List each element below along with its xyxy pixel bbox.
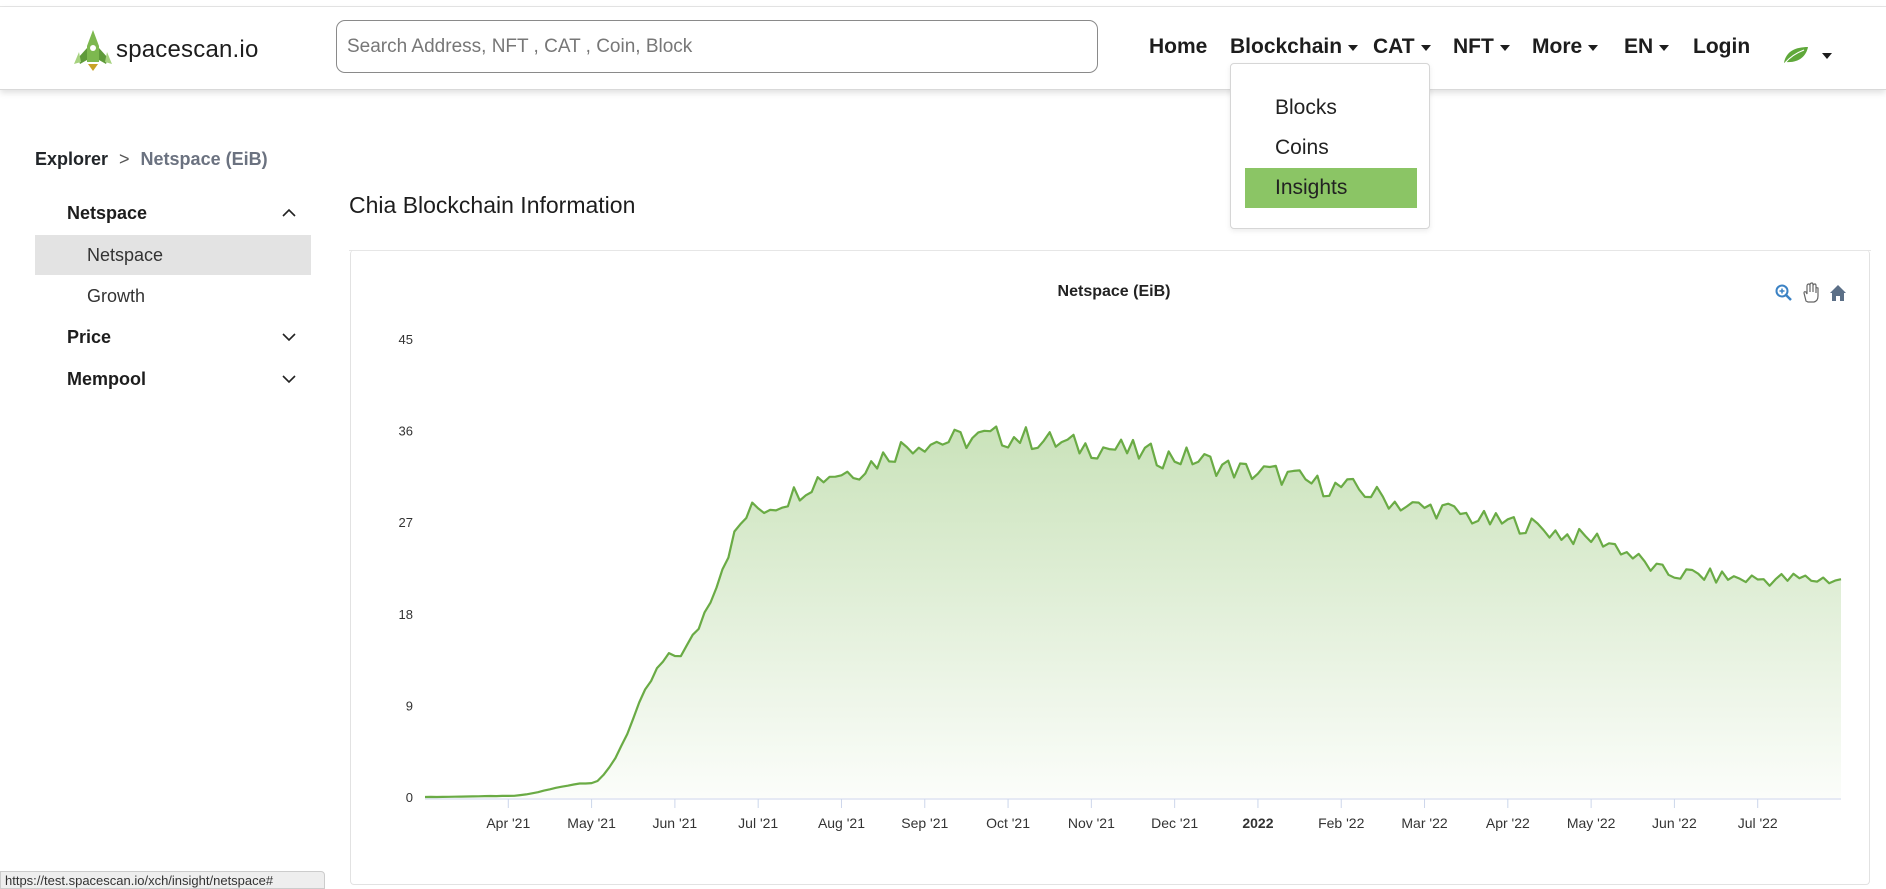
x-tick-label: May '22 bbox=[1567, 815, 1616, 831]
x-tick-label: 2022 bbox=[1242, 815, 1273, 831]
x-tick-label: Apr '21 bbox=[486, 815, 530, 831]
zoom-icon[interactable] bbox=[1775, 284, 1792, 301]
sidebar-item-growth[interactable]: Growth bbox=[35, 276, 311, 316]
sidebar-item-label: Growth bbox=[87, 285, 146, 306]
sidebar-item-netspace[interactable]: Netspace bbox=[35, 235, 311, 275]
breadcrumb-explorer[interactable]: Explorer bbox=[35, 149, 108, 170]
y-tick-label: 45 bbox=[399, 332, 413, 347]
breadcrumb-current: Netspace (EiB) bbox=[140, 149, 268, 169]
nav-nft[interactable]: NFT bbox=[1453, 35, 1510, 59]
blockchain-dropdown-menu: Blocks Coins Insights bbox=[1230, 63, 1430, 229]
x-tick-label: Jun '21 bbox=[653, 815, 698, 831]
nav-blockchain-label: Blockchain bbox=[1230, 35, 1343, 58]
pan-icon[interactable] bbox=[1803, 282, 1819, 303]
search-input[interactable] bbox=[336, 20, 1098, 73]
brand-name: spacescan.io bbox=[116, 35, 259, 63]
sidebar-section-netspace[interactable]: Netspace bbox=[35, 193, 311, 233]
x-tick-label: Aug '21 bbox=[818, 815, 865, 831]
nav-login-label: Login bbox=[1693, 35, 1751, 58]
nav-login[interactable]: Login bbox=[1693, 35, 1750, 59]
sidebar-section-mempool[interactable]: Mempool bbox=[35, 359, 311, 399]
menu-item-blocks[interactable]: Blocks bbox=[1245, 88, 1417, 128]
nav-home[interactable]: Home bbox=[1149, 35, 1207, 59]
navbar: spacescan.io Home Blockchain CAT NFT Mor… bbox=[0, 7, 1886, 90]
x-tick-label: Mar '22 bbox=[1401, 815, 1447, 831]
status-bar-url: https://test.spacescan.io/xch/insight/ne… bbox=[0, 871, 325, 889]
y-tick-label: 0 bbox=[406, 790, 413, 805]
chevron-down-icon bbox=[282, 375, 296, 384]
home-icon[interactable] bbox=[1830, 285, 1846, 301]
caret-down-icon bbox=[1348, 45, 1359, 51]
nav-language-label: EN bbox=[1624, 35, 1654, 58]
x-tick-label: Dec '21 bbox=[1151, 815, 1198, 831]
caret-down-icon bbox=[1822, 53, 1832, 59]
nav-home-label: Home bbox=[1149, 35, 1208, 58]
sidebar-section-label: Price bbox=[67, 326, 112, 347]
sidebar-section-label: Netspace bbox=[67, 202, 148, 223]
netspace-chart[interactable]: Netspace (EiB) 0 9 18 27 36 45 Apr '21 May '21… bbox=[351, 250, 1871, 885]
theme-toggle[interactable] bbox=[1782, 45, 1832, 65]
rocket-logo-icon bbox=[74, 29, 112, 71]
chevron-up-icon bbox=[282, 208, 296, 217]
nav-more-label: More bbox=[1532, 35, 1583, 58]
x-tick-label: Apr '22 bbox=[1486, 815, 1530, 831]
chart-title: Netspace (EiB) bbox=[1058, 283, 1171, 300]
netspace-area-fill bbox=[425, 426, 1841, 798]
sidebar-item-label: Netspace bbox=[87, 244, 164, 265]
caret-down-icon bbox=[1420, 45, 1431, 51]
x-tick-label: Jul '21 bbox=[738, 815, 778, 831]
y-tick-label: 18 bbox=[399, 607, 413, 622]
x-tick-label: May '21 bbox=[567, 815, 616, 831]
nav-more[interactable]: More bbox=[1532, 35, 1599, 59]
breadcrumb: Explorer > Netspace (EiB) bbox=[35, 149, 268, 170]
x-tick-label: Jul '22 bbox=[1738, 815, 1778, 831]
x-tick-label: Sep '21 bbox=[901, 815, 948, 831]
chevron-down-icon bbox=[282, 333, 296, 342]
sidebar-section-label: Mempool bbox=[67, 368, 146, 389]
nav-blockchain[interactable]: Blockchain bbox=[1230, 35, 1359, 59]
caret-down-icon bbox=[1588, 45, 1599, 51]
breadcrumb-separator: > bbox=[119, 149, 130, 169]
caret-down-icon bbox=[1659, 45, 1670, 51]
page-title: Chia Blockchain Information bbox=[349, 192, 636, 218]
caret-down-icon bbox=[1499, 45, 1510, 51]
x-tick-label: Jun '22 bbox=[1652, 815, 1697, 831]
chart-card: Netspace (EiB) 0 9 18 27 36 45 Apr '21 May '21… bbox=[350, 250, 1870, 885]
x-axis: Apr '21 May '21 Jun '21 Jul '21 Aug '21 Sep '… bbox=[425, 798, 1841, 831]
x-tick-label: Feb '22 bbox=[1318, 815, 1364, 831]
top-border bbox=[0, 0, 1886, 7]
menu-item-insights[interactable]: Insights bbox=[1245, 168, 1417, 208]
menu-item-coins[interactable]: Coins bbox=[1245, 128, 1417, 168]
leaf-icon bbox=[1784, 47, 1808, 64]
x-tick-label: Nov '21 bbox=[1068, 815, 1115, 831]
y-axis: 0 9 18 27 36 45 bbox=[399, 332, 413, 805]
nav-cat-label: CAT bbox=[1373, 35, 1415, 58]
nav-language[interactable]: EN bbox=[1624, 35, 1670, 59]
x-tick-label: Oct '21 bbox=[986, 815, 1030, 831]
y-tick-label: 27 bbox=[399, 515, 413, 530]
nav-cat[interactable]: CAT bbox=[1373, 35, 1431, 59]
chart-toolbar bbox=[1775, 282, 1846, 303]
brand-logo[interactable]: spacescan.io bbox=[72, 27, 259, 72]
y-tick-label: 9 bbox=[406, 698, 413, 713]
y-tick-label: 36 bbox=[399, 424, 413, 439]
sidebar-section-price[interactable]: Price bbox=[35, 317, 311, 357]
nav-nft-label: NFT bbox=[1453, 35, 1494, 58]
